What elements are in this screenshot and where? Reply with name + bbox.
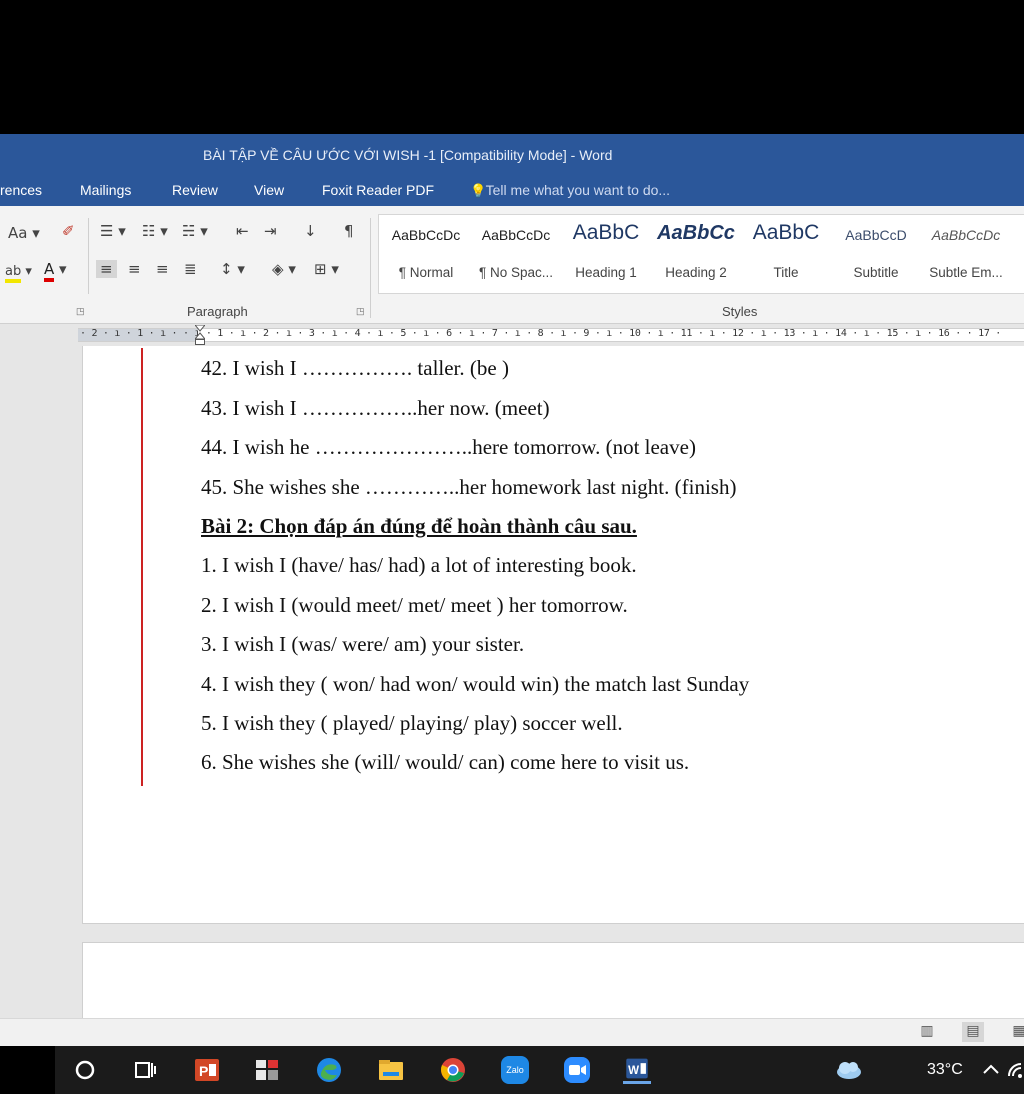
print-layout-icon[interactable]: ▤ — [962, 1022, 984, 1042]
question-line-1: 1. I wish I (have/ has/ had) a lot of in… — [201, 553, 637, 577]
numbering-icon: ☷ — [142, 222, 156, 240]
styles-gallery: AaBbCcDc ¶ Normal AaBbCcDc ¶ No Spac... … — [378, 214, 1024, 294]
margin-red-line — [141, 348, 143, 786]
ruler-scale: · 2 · ı · 1 · ı · · ı · 1 · ı · 2 · ı · … — [80, 328, 1002, 339]
ribbon-tabs: rences Mailings Review View Foxit Reader… — [0, 176, 1024, 206]
paint-bucket-icon: ◈ — [272, 260, 284, 278]
font-color-button[interactable]: A ▾ — [44, 260, 67, 282]
highlighter-icon: ab — [5, 264, 22, 283]
align-left-icon: ≡ — [100, 260, 113, 278]
window-title: BÀI TẬP VỀ CÂU ƯỚC VỚI WISH -1 [Compatib… — [203, 147, 613, 163]
tell-me-box[interactable]: 💡 Tell me what you want to do... — [470, 182, 670, 199]
align-center-button[interactable]: ≡ — [128, 260, 141, 278]
weather-cloud-icon[interactable] — [833, 1056, 865, 1084]
search-circle-icon[interactable] — [71, 1056, 99, 1084]
align-center-icon: ≡ — [128, 260, 141, 278]
document-workspace: 42. I wish I ……………. taller. (be ) 43. I … — [0, 346, 1024, 1018]
tab-review[interactable]: Review — [172, 182, 218, 198]
font-color-icon: A — [44, 260, 55, 282]
style-subtle-emphasis[interactable]: AaBbCcDc Subtle Em... — [921, 215, 1011, 293]
show-formatting-button[interactable]: ¶ — [344, 222, 354, 240]
tell-me-text: Tell me what you want to do... — [485, 182, 671, 198]
wifi-icon[interactable] — [1005, 1056, 1024, 1084]
style-heading-2[interactable]: AaBbCc Heading 2 — [651, 215, 741, 293]
horizontal-ruler[interactable]: · 2 · ı · 1 · ı · · ı · 1 · ı · 2 · ı · … — [0, 324, 1024, 346]
highlight-color-button[interactable]: ab ▾ — [5, 264, 32, 283]
bullets-icon: ☰ — [100, 222, 114, 240]
borders-button[interactable]: ⊞ ▾ — [314, 260, 339, 278]
web-layout-icon[interactable]: ▦ — [1008, 1022, 1024, 1042]
section-heading: Bài 2: Chọn đáp án đúng để hoàn thành câ… — [201, 514, 637, 538]
pilcrow-icon: ¶ — [344, 222, 354, 240]
styles-group-label: Styles — [722, 304, 758, 319]
style-heading-1[interactable]: AaBbC Heading 1 — [561, 215, 651, 293]
file-explorer-icon[interactable] — [377, 1056, 405, 1084]
style-normal[interactable]: AaBbCcDc ¶ Normal — [381, 215, 471, 293]
question-line-3: 3. I wish I (was/ were/ am) your sister. — [201, 632, 525, 656]
tab-references[interactable]: rences — [0, 182, 42, 198]
multilevel-list-icon: ☵ — [182, 222, 196, 240]
align-right-icon: ≡ — [156, 260, 169, 278]
line-spacing-icon: ↕ — [220, 260, 233, 278]
zoom-icon[interactable] — [563, 1056, 591, 1084]
justify-button[interactable]: ≣ — [184, 260, 197, 278]
decrease-indent-icon: ⇤ — [236, 222, 249, 240]
paragraph-dialog-launcher-icon[interactable]: ◳ — [356, 306, 365, 317]
style-no-spacing[interactable]: AaBbCcDc ¶ No Spac... — [471, 215, 561, 293]
question-line-2: 2. I wish I (would meet/ met/ meet ) her… — [201, 593, 628, 617]
exercise-line-45: 45. She wishes she …………..her homework la… — [201, 475, 737, 499]
svg-text:W: W — [628, 1064, 639, 1077]
status-bar: ▥ ▤ ▦ — [0, 1018, 1024, 1046]
align-left-button[interactable]: ≡ — [96, 260, 117, 278]
numbering-button[interactable]: ☷ ▾ — [142, 222, 168, 240]
question-line-4: 4. I wish they ( won/ had won/ would win… — [201, 672, 750, 696]
style-title[interactable]: AaBbC Title — [741, 215, 831, 293]
align-right-button[interactable]: ≡ — [156, 260, 169, 278]
exercise-line-42: 42. I wish I ……………. taller. (be ) — [201, 356, 509, 380]
multilevel-list-button[interactable]: ☵ ▾ — [182, 222, 208, 240]
snipping-tool-icon[interactable] — [253, 1056, 281, 1084]
font-dialog-launcher-icon[interactable]: ◳ — [76, 306, 85, 317]
shading-button[interactable]: ◈ ▾ — [272, 260, 296, 278]
read-mode-icon[interactable]: ▥ — [916, 1022, 938, 1042]
word-app-icon[interactable]: W — [623, 1056, 651, 1084]
increase-indent-icon: ⇥ — [264, 222, 277, 240]
temperature-label: 33°C — [927, 1061, 963, 1078]
paragraph-group-label: Paragraph — [187, 304, 248, 319]
decrease-indent-button[interactable]: ⇤ — [236, 222, 249, 240]
question-line-5: 5. I wish they ( played/ playing/ play) … — [201, 711, 623, 735]
title-bar: BÀI TẬP VỀ CÂU ƯỚC VỚI WISH -1 [Compatib… — [0, 134, 1024, 176]
style-subtitle[interactable]: AaBbCcD Subtitle — [831, 215, 921, 293]
task-view-icon[interactable] — [131, 1056, 159, 1084]
tab-foxit-reader-pdf[interactable]: Foxit Reader PDF — [322, 182, 434, 198]
powerpoint-icon[interactable]: P — [193, 1056, 221, 1084]
tab-mailings[interactable]: Mailings — [80, 182, 131, 198]
group-separator — [370, 218, 371, 318]
clear-formatting-icon[interactable]: ✐ — [62, 222, 75, 240]
lightbulb-icon: 💡 — [470, 183, 487, 198]
exercise-line-43: 43. I wish I ……………..her now. (meet) — [201, 396, 550, 420]
svg-text:P: P — [199, 1063, 208, 1079]
change-case-button[interactable]: Aa ▾ — [8, 224, 40, 242]
tab-view[interactable]: View — [254, 182, 284, 198]
sort-icon: ↓ — [304, 222, 317, 240]
borders-icon: ⊞ — [314, 260, 327, 278]
increase-indent-button[interactable]: ⇥ — [264, 222, 277, 240]
ribbon-home: Aa ▾ ✐ ab ▾ A ▾ ☰ ▾ ☷ ▾ ☵ ▾ ⇤ ⇥ ↓ ¶ ≡ ≡ … — [0, 206, 1024, 324]
group-separator — [88, 218, 89, 294]
chrome-browser-icon[interactable] — [439, 1056, 467, 1084]
question-line-6: 6. She wishes she (will/ would/ can) com… — [201, 750, 690, 774]
windows-taskbar: P Zalo W 33°C — [55, 1046, 1024, 1094]
sort-button[interactable]: ↓ — [304, 222, 317, 240]
justify-icon: ≣ — [184, 260, 197, 278]
exercise-line-44: 44. I wish he …………………..here tomorrow. (n… — [201, 435, 696, 459]
zalo-icon[interactable]: Zalo — [501, 1056, 529, 1084]
indent-marker-icon[interactable] — [195, 325, 205, 345]
bullets-button[interactable]: ☰ ▾ — [100, 222, 126, 240]
edge-browser-icon[interactable] — [315, 1056, 343, 1084]
line-spacing-button[interactable]: ↕ ▾ — [220, 260, 245, 278]
document-page[interactable]: 42. I wish I ……………. taller. (be ) 43. I … — [82, 346, 1024, 924]
next-document-page[interactable] — [82, 942, 1024, 1018]
chevron-up-icon[interactable] — [981, 1056, 1001, 1084]
